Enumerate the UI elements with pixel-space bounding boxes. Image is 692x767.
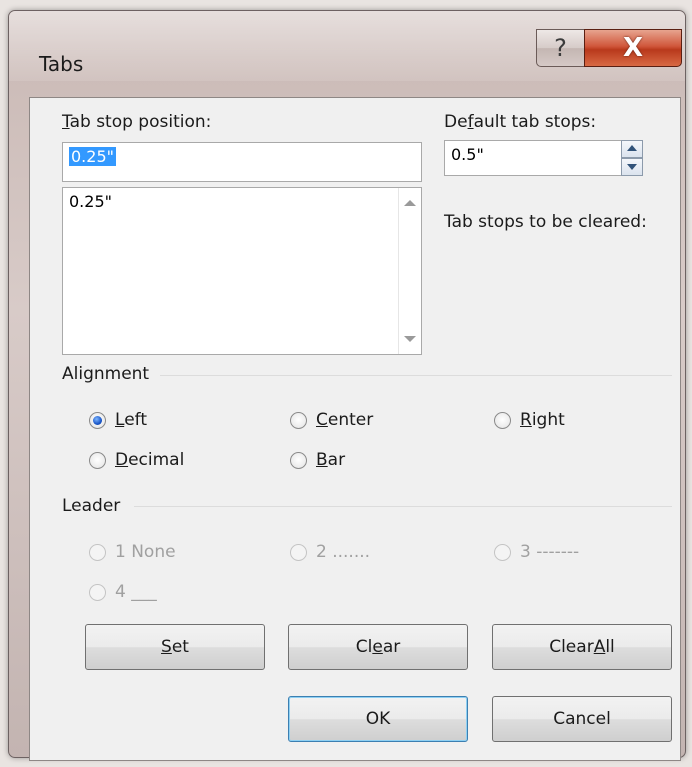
alignment-bar-radio[interactable]: Bar bbox=[290, 450, 345, 470]
leader-1-label: 1 None bbox=[115, 542, 176, 562]
cancel-button[interactable]: Cancel bbox=[492, 696, 672, 742]
alignment-divider bbox=[160, 375, 672, 376]
default-tab-stops-value: 0.5" bbox=[451, 145, 484, 164]
default-tab-stops-input[interactable]: 0.5" bbox=[444, 140, 622, 176]
list-item[interactable]: 0.25" bbox=[69, 192, 112, 211]
alignment-right-label: Right bbox=[520, 410, 565, 430]
tab-stops-cleared-label: Tab stops to be cleared: bbox=[444, 212, 647, 232]
tab-stop-position-input[interactable]: 0.25" bbox=[62, 142, 422, 182]
leader-divider bbox=[134, 506, 672, 507]
tab-stop-position-value: 0.25" bbox=[69, 147, 116, 166]
alignment-group-title: Alignment bbox=[62, 364, 150, 384]
radio-icon bbox=[494, 411, 511, 429]
radio-icon bbox=[89, 543, 106, 561]
tabs-dialog-window: Tabs ? X Tab stop position: 0.25" 0.25" … bbox=[8, 10, 686, 761]
list-scrollbar[interactable] bbox=[398, 188, 421, 354]
radio-icon bbox=[290, 451, 307, 469]
clear-all-button[interactable]: Clear All bbox=[492, 624, 672, 670]
leader-1-radio[interactable]: 1 None bbox=[89, 542, 176, 562]
tab-stop-position-label: Tab stop position: bbox=[62, 112, 212, 132]
scroll-down-icon[interactable] bbox=[404, 336, 416, 342]
alignment-decimal-label: Decimal bbox=[115, 450, 185, 470]
ok-button[interactable]: OK bbox=[288, 696, 468, 742]
close-button[interactable]: X bbox=[584, 29, 682, 67]
alignment-right-radio[interactable]: Right bbox=[494, 410, 565, 430]
help-button[interactable]: ? bbox=[536, 29, 584, 67]
radio-checked-icon bbox=[89, 411, 106, 429]
radio-icon bbox=[494, 543, 511, 561]
alignment-left-label: Left bbox=[115, 410, 147, 430]
radio-icon bbox=[290, 543, 307, 561]
spin-down-icon[interactable] bbox=[621, 158, 643, 176]
dialog-title: Tabs bbox=[39, 52, 84, 76]
leader-3-radio[interactable]: 3 ------- bbox=[494, 542, 579, 562]
tab-stop-list[interactable]: 0.25" bbox=[62, 187, 422, 355]
leader-2-label: 2 ....... bbox=[316, 542, 371, 562]
alignment-decimal-radio[interactable]: Decimal bbox=[89, 450, 184, 470]
radio-icon bbox=[290, 411, 307, 429]
default-tab-stops-spinner[interactable] bbox=[621, 140, 643, 176]
leader-4-radio[interactable]: 4 ___ bbox=[89, 582, 157, 602]
set-button[interactable]: Set bbox=[85, 624, 265, 670]
radio-icon bbox=[89, 451, 106, 469]
spin-up-icon[interactable] bbox=[621, 140, 643, 158]
leader-4-label: 4 ___ bbox=[115, 582, 157, 602]
caption-buttons: ? X bbox=[536, 29, 682, 67]
leader-group-title: Leader bbox=[62, 496, 121, 516]
close-icon: X bbox=[622, 33, 644, 63]
alignment-bar-label: Bar bbox=[316, 450, 346, 470]
leader-3-label: 3 ------- bbox=[520, 542, 580, 562]
dialog-body: Tab stop position: 0.25" 0.25" Default t… bbox=[29, 97, 681, 761]
help-icon: ? bbox=[554, 34, 567, 62]
clear-button[interactable]: Cl e ar bbox=[288, 624, 468, 670]
radio-icon bbox=[89, 583, 106, 601]
alignment-center-label: Center bbox=[316, 410, 374, 430]
leader-2-radio[interactable]: 2 ....... bbox=[290, 542, 370, 562]
default-tab-stops-label: Default tab stops: bbox=[444, 112, 597, 132]
alignment-left-radio[interactable]: Left bbox=[89, 410, 147, 430]
alignment-center-radio[interactable]: Center bbox=[290, 410, 373, 430]
scroll-up-icon[interactable] bbox=[404, 200, 416, 206]
